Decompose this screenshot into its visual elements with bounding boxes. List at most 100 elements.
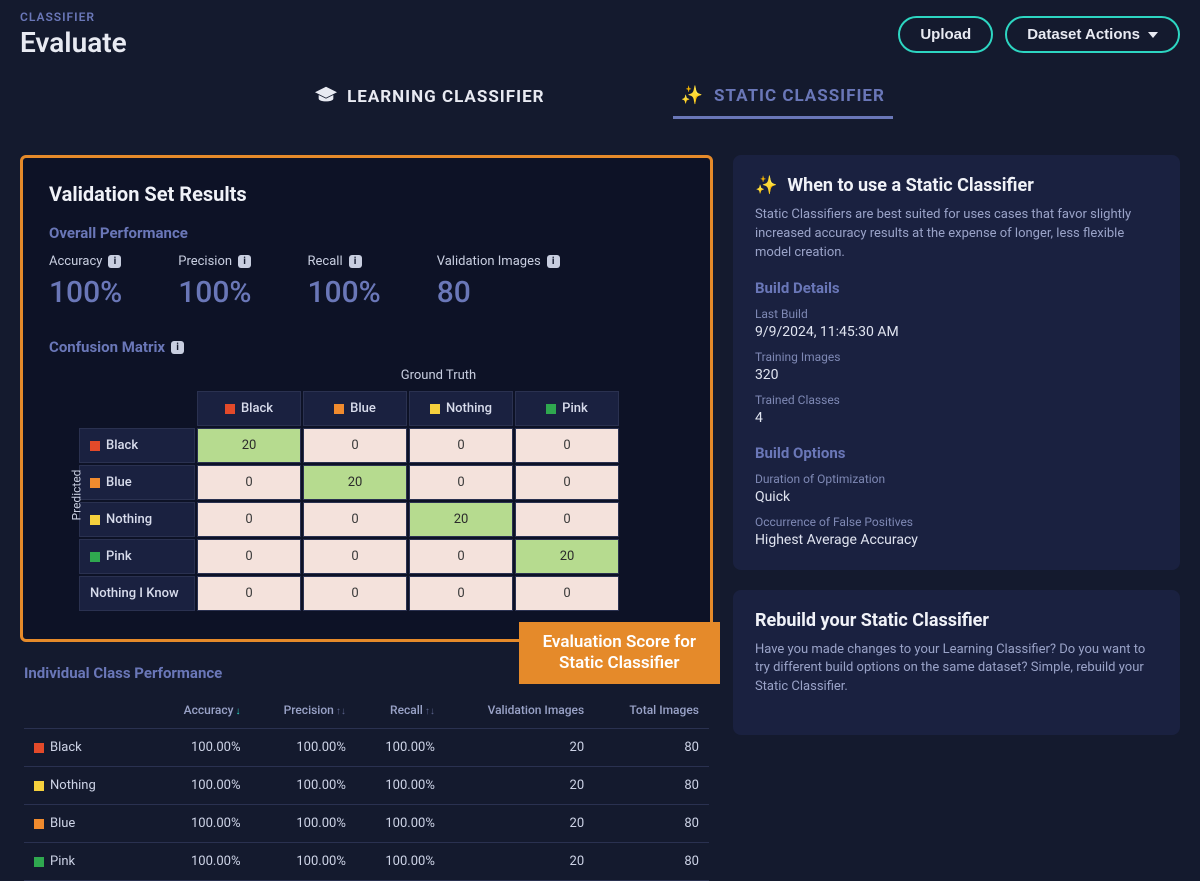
icp-col-precision[interactable]: Precision↑↓ <box>250 692 355 729</box>
icp-row-name: Black <box>24 729 152 767</box>
rebuild-card: Rebuild your Static Classifier Have you … <box>733 590 1180 736</box>
cm-cell: 0 <box>303 576 407 611</box>
metric-precision-value: 100% <box>178 275 251 310</box>
table-row: Pink 0 0 0 20 <box>79 539 619 574</box>
icp-row: Nothing 100.00% 100.00% 100.00% 20 80 <box>24 767 709 805</box>
icp-col-valimg[interactable]: Validation Images <box>445 692 594 729</box>
icp-row-name: Blue <box>24 805 152 843</box>
col-label: Total Images <box>629 703 699 717</box>
icp-tot: 80 <box>594 805 709 843</box>
icp-row: Blue 100.00% 100.00% 100.00% 20 80 <box>24 805 709 843</box>
icp-acc: 100.00% <box>152 805 250 843</box>
graduation-cap-icon <box>315 86 337 109</box>
main-content: Validation Set Results Overall Performan… <box>0 125 1200 881</box>
sort-arrow-icon: ↑↓ <box>425 706 435 717</box>
swatch-icon <box>34 781 44 791</box>
cm-cell: 0 <box>409 539 513 574</box>
sort-arrow-down-icon: ↓ <box>235 706 240 717</box>
app-header: CLASSIFIER Evaluate Upload Dataset Actio… <box>0 0 1200 77</box>
row-label: Pink <box>106 549 132 564</box>
last-build-label: Last Build <box>755 307 1158 321</box>
cm-cell: 20 <box>303 465 407 500</box>
when-title-text: When to use a Static Classifier <box>787 175 1033 196</box>
false-positives-value: Highest Average Accuracy <box>755 532 1158 548</box>
dataset-actions-label: Dataset Actions <box>1027 26 1140 43</box>
col-label: Nothing <box>446 401 492 416</box>
cm-cell: 20 <box>197 428 301 463</box>
icp-col-total[interactable]: Total Images <box>594 692 709 729</box>
tab-static-label: STATIC CLASSIFIER <box>714 86 885 106</box>
col-label: Accuracy <box>184 703 234 717</box>
icp-col-recall[interactable]: Recall↑↓ <box>356 692 445 729</box>
trained-classes-label: Trained Classes <box>755 393 1158 407</box>
dataset-actions-button[interactable]: Dataset Actions <box>1005 16 1180 53</box>
row-blue: Blue <box>79 465 195 500</box>
icp-col-accuracy[interactable]: Accuracy↓ <box>152 692 250 729</box>
swatch-icon <box>90 515 100 525</box>
swatch-icon <box>546 404 556 414</box>
icp-prec: 100.00% <box>250 767 355 805</box>
col-label: Recall <box>390 703 423 717</box>
cm-cell: 0 <box>515 502 619 537</box>
tab-static-classifier[interactable]: ✨ STATIC CLASSIFIER <box>673 77 893 119</box>
callout-line2: Static Classifier <box>543 653 696 674</box>
upload-button-label: Upload <box>920 26 971 43</box>
false-positives-label: Occurrence of False Positives <box>755 515 1158 529</box>
icp-prec: 100.00% <box>250 729 355 767</box>
last-build-value: 9/9/2024, 11:45:30 AM <box>755 324 1158 340</box>
icp-name-text: Blue <box>50 816 75 831</box>
when-to-use-card: ✨ When to use a Static Classifier Static… <box>733 155 1180 570</box>
icp-tot: 80 <box>594 843 709 881</box>
callout-line1: Evaluation Score for <box>543 632 696 653</box>
icp-header-row: Accuracy↓ Precision↑↓ Recall↑↓ Validatio… <box>24 692 709 729</box>
cm-cell: 0 <box>197 576 301 611</box>
swatch-icon <box>34 857 44 867</box>
info-icon[interactable]: i <box>171 341 184 354</box>
swatch-icon <box>90 478 100 488</box>
duration-label: Duration of Optimization <box>755 472 1158 486</box>
confusion-matrix-heading: Confusion Matrix i <box>49 338 684 356</box>
metric-recall: Recall i 100% <box>308 254 381 310</box>
cm-cell: 0 <box>197 539 301 574</box>
row-label: Nothing <box>106 512 152 527</box>
col-label: Validation Images <box>488 703 585 717</box>
evaluation-score-callout: Evaluation Score for Static Classifier <box>519 622 720 685</box>
build-details-heading: Build Details <box>755 279 1158 297</box>
col-nothing: Nothing <box>409 391 513 426</box>
confusion-label-text: Confusion Matrix <box>49 338 165 356</box>
sparkle-icon: ✨ <box>681 85 704 106</box>
col-label: Black <box>241 401 273 416</box>
duration-value: Quick <box>755 489 1158 505</box>
col-label: Precision <box>284 703 334 717</box>
page-title: Evaluate <box>20 26 127 59</box>
cm-cell: 0 <box>409 576 513 611</box>
row-black: Black <box>79 428 195 463</box>
tab-learning-classifier[interactable]: LEARNING CLASSIFIER <box>307 77 552 119</box>
info-icon[interactable]: i <box>108 255 121 268</box>
cm-cell: 20 <box>515 539 619 574</box>
metric-precision: Precision i 100% <box>178 254 251 310</box>
chevron-down-icon <box>1148 32 1158 38</box>
row-label: Blue <box>106 475 132 490</box>
rebuild-desc: Have you made changes to your Learning C… <box>755 641 1158 698</box>
table-row: Nothing 0 0 20 0 <box>79 502 619 537</box>
row-nothing-i-know: Nothing I Know <box>79 576 195 611</box>
table-row: Nothing I Know 0 0 0 0 <box>79 576 619 611</box>
row-nothing: Nothing <box>79 502 195 537</box>
info-icon[interactable]: i <box>238 255 251 268</box>
corner-cell <box>79 391 195 426</box>
col-label: Blue <box>350 401 376 416</box>
metric-valimg-value: 80 <box>437 275 560 310</box>
icp-row-name: Pink <box>24 843 152 881</box>
icp-name-text: Pink <box>50 854 75 869</box>
swatch-icon <box>90 552 100 562</box>
header-left: CLASSIFIER Evaluate <box>20 10 127 59</box>
upload-button[interactable]: Upload <box>898 16 993 53</box>
info-icon[interactable]: i <box>349 255 362 268</box>
cm-cell: 0 <box>515 576 619 611</box>
cm-cell: 0 <box>303 428 407 463</box>
training-images-value: 320 <box>755 367 1158 383</box>
metric-recall-value: 100% <box>308 275 381 310</box>
validation-results-title: Validation Set Results <box>49 182 684 206</box>
info-icon[interactable]: i <box>547 255 560 268</box>
